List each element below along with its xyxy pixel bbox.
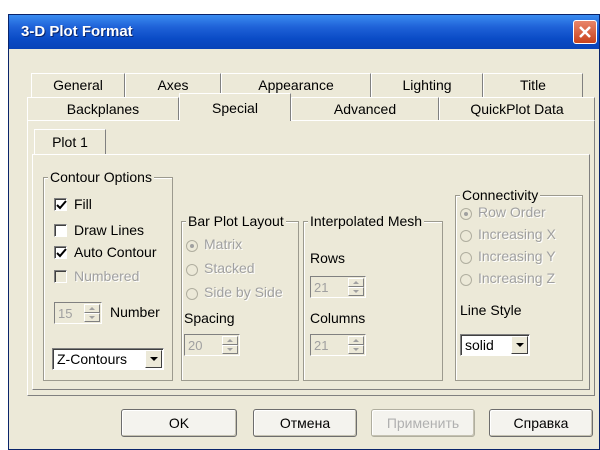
- ok-button[interactable]: OK: [121, 409, 237, 437]
- spacing-label: Spacing: [184, 310, 235, 326]
- tab-backplanes[interactable]: Backplanes: [27, 97, 179, 121]
- connectivity-group: Connectivity Row Order Increasing X Incr…: [455, 187, 583, 381]
- auto-contour-label: Auto Contour: [74, 244, 157, 260]
- contour-type-value: Z-Contours: [57, 351, 128, 367]
- increasing-x-radio: [460, 230, 472, 242]
- spin-down-icon: [348, 287, 364, 296]
- spin-up-icon: [348, 278, 364, 287]
- spin-down-icon: [348, 345, 364, 354]
- line-style-value: solid: [465, 337, 494, 353]
- window-title: 3-D Plot Format: [21, 23, 133, 40]
- checkmark-icon: [56, 248, 67, 258]
- columns-value: 21: [314, 338, 329, 353]
- chevron-down-icon[interactable]: [145, 350, 162, 368]
- number-value: 15: [58, 306, 73, 321]
- number-spinner: 15: [54, 302, 102, 324]
- line-style-label: Line Style: [460, 302, 522, 318]
- columns-spinner: 21: [310, 334, 366, 356]
- stacked-label: Stacked: [204, 260, 255, 276]
- rows-label: Rows: [310, 250, 346, 266]
- tab-lighting[interactable]: Lighting: [371, 73, 483, 97]
- close-button[interactable]: [573, 20, 597, 44]
- draw-lines-checkbox[interactable]: [54, 224, 67, 237]
- special-tab-panel: Plot 1 Contour Options Fill Draw Lines A…: [27, 120, 595, 396]
- increasing-z-radio: [460, 274, 472, 286]
- draw-lines-label: Draw Lines: [74, 222, 145, 238]
- side-by-side-radio: [186, 288, 198, 300]
- contour-type-dropdown[interactable]: Z-Contours: [52, 348, 164, 370]
- tab-special[interactable]: Special: [179, 93, 291, 121]
- spin-up-icon: [348, 336, 364, 345]
- spacing-value: 20: [188, 338, 203, 353]
- row-order-label: Row Order: [478, 204, 546, 220]
- title-bar[interactable]: 3-D Plot Format: [9, 15, 599, 49]
- tab-quickplot-data[interactable]: QuickPlot Data: [439, 97, 595, 121]
- close-icon: [579, 26, 591, 38]
- number-label: Number: [110, 304, 160, 320]
- increasing-z-label: Increasing Z: [478, 270, 556, 286]
- numbered-checkbox: [54, 270, 67, 283]
- side-by-side-label: Side by Side: [204, 284, 283, 300]
- tab-general[interactable]: General: [31, 73, 125, 97]
- matrix-label: Matrix: [204, 236, 243, 252]
- help-button[interactable]: Справка: [489, 409, 593, 437]
- cancel-button[interactable]: Отмена: [253, 409, 357, 437]
- increasing-y-label: Increasing Y: [478, 248, 556, 264]
- spin-down-icon: [84, 313, 100, 322]
- increasing-x-label: Increasing X: [478, 226, 556, 242]
- fill-label: Fill: [74, 196, 92, 212]
- interpolated-mesh-group: Interpolated Mesh Rows 21 Columns 21: [303, 213, 443, 381]
- spin-down-icon: [222, 345, 238, 354]
- spin-up-icon: [84, 304, 100, 313]
- connectivity-legend: Connectivity: [460, 187, 541, 203]
- apply-button: Применить: [371, 409, 475, 437]
- tab-plot-1[interactable]: Plot 1: [34, 129, 106, 155]
- auto-contour-checkbox[interactable]: [54, 246, 67, 259]
- rows-value: 21: [314, 280, 329, 295]
- row-order-radio: [460, 208, 472, 220]
- fill-checkbox[interactable]: [54, 198, 67, 211]
- tab-advanced[interactable]: Advanced: [291, 97, 439, 121]
- rows-spinner: 21: [310, 276, 366, 298]
- chevron-down-icon[interactable]: [511, 336, 528, 354]
- stacked-radio: [186, 264, 198, 276]
- spin-up-icon: [222, 336, 238, 345]
- contour-options-group: Contour Options Fill Draw Lines Auto Con…: [43, 169, 173, 381]
- interpolated-mesh-legend: Interpolated Mesh: [308, 213, 425, 229]
- checkmark-icon: [56, 200, 67, 210]
- plot-1-panel: Contour Options Fill Draw Lines Auto Con…: [32, 154, 590, 390]
- contour-options-legend: Contour Options: [48, 169, 154, 185]
- numbered-label: Numbered: [74, 268, 140, 284]
- matrix-radio: [186, 240, 198, 252]
- spacing-spinner: 20: [184, 334, 240, 356]
- bar-plot-layout-legend: Bar Plot Layout: [186, 213, 286, 229]
- plot-format-dialog: 3-D Plot Format General Axes Appearance …: [8, 14, 600, 450]
- tab-title[interactable]: Title: [483, 73, 583, 97]
- increasing-y-radio: [460, 252, 472, 264]
- bar-plot-layout-group: Bar Plot Layout Matrix Stacked Side by S…: [181, 213, 299, 381]
- line-style-dropdown[interactable]: solid: [460, 334, 530, 356]
- columns-label: Columns: [310, 310, 366, 326]
